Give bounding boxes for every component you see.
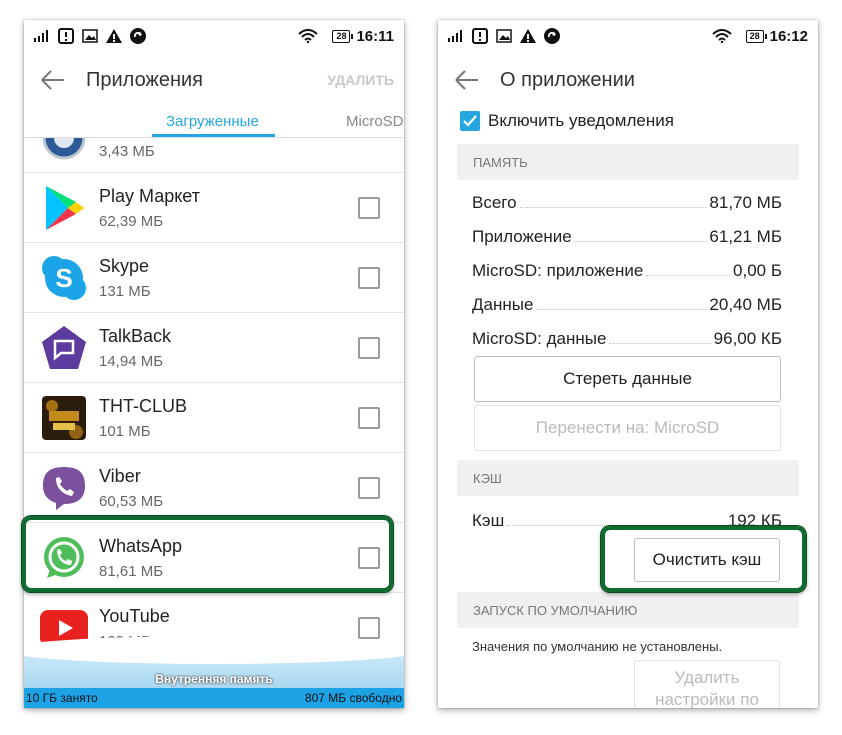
notification-alert-icon: [58, 28, 74, 44]
image-icon: [496, 29, 512, 43]
app-name: YouTube: [99, 606, 170, 626]
signal-icon: [34, 30, 50, 42]
memory-row-microsd-app: MicroSD: приложение 0,00 Б: [472, 259, 782, 281]
section-memory-header: ПАМЯТЬ: [457, 144, 799, 180]
app-bar: О приложении: [438, 52, 818, 108]
list-item[interactable]: 3,43 МБ: [24, 138, 404, 173]
app-size: 60,53 МБ: [99, 493, 164, 510]
storage-used: 10 ГБ занято: [26, 691, 98, 705]
memory-row-data: Данные 20,40 МБ: [472, 293, 782, 315]
app-checkbox[interactable]: [358, 407, 380, 429]
status-bar: 28 16:12: [438, 20, 818, 52]
delete-button[interactable]: УДАЛИТЬ: [327, 72, 394, 88]
app-name: TalkBack: [99, 326, 172, 346]
sync-icon: [544, 28, 560, 44]
back-arrow-icon[interactable]: [40, 69, 66, 91]
memory-row-app: Приложение 61,21 МБ: [472, 225, 782, 247]
wifi-icon: [298, 29, 319, 43]
app-checkbox[interactable]: [358, 477, 380, 499]
tnt-club-icon: [40, 394, 88, 442]
tab-bar: Загруженные MicroSD: [24, 108, 404, 138]
storage-label: Внутренняя память: [155, 672, 273, 686]
app-checkbox[interactable]: [358, 197, 380, 219]
memory-value: 96,00 КБ: [713, 329, 782, 348]
list-item[interactable]: TalkBack 14,94 МБ: [24, 313, 404, 383]
whatsapp-highlight-frame: [22, 516, 393, 592]
notification-alert-icon: [472, 28, 488, 44]
app-size: 131 МБ: [99, 283, 151, 300]
signal-icon: [448, 30, 464, 42]
notifications-label: Включить уведомления: [488, 111, 674, 130]
app-checkbox[interactable]: [358, 617, 380, 639]
app-name: Viber: [99, 466, 141, 486]
battery-indicator: 28: [745, 29, 767, 43]
app-checkbox[interactable]: [358, 337, 380, 359]
memory-value: 20,40 МБ: [709, 295, 782, 314]
notifications-toggle[interactable]: Включить уведомления: [460, 108, 818, 134]
status-time: 16:12: [769, 27, 808, 45]
memory-row-total: Всего 81,70 МБ: [472, 191, 782, 213]
viber-icon: [40, 464, 88, 512]
move-to-microsd-button[interactable]: Перенести на: MicroSD: [474, 405, 781, 451]
storage-bar: 10 ГБ занято 807 МБ свободно: [24, 688, 404, 708]
defaults-note: Значения по умолчанию не установлены.: [472, 639, 723, 654]
talkback-icon: [40, 324, 88, 372]
app-info-screen: 28 16:12 О приложении Включить уведомлен…: [438, 20, 818, 708]
list-item[interactable]: Play Маркет 62,39 МБ: [24, 173, 404, 243]
checkbox-checked-icon[interactable]: [460, 111, 480, 131]
battery-indicator: 28: [332, 29, 354, 43]
partial-app-icon: [40, 138, 88, 162]
app-size: 14,94 МБ: [99, 353, 164, 370]
app-size: 101 МБ: [99, 423, 151, 440]
wifi-icon: [711, 29, 732, 43]
tab-downloaded[interactable]: Загруженные: [152, 113, 275, 137]
memory-value: 0,00 Б: [733, 261, 782, 280]
app-bar: Приложения УДАЛИТЬ: [24, 52, 404, 108]
memory-label: MicroSD: приложение: [472, 261, 644, 280]
image-icon: [82, 29, 98, 43]
memory-label: Данные: [472, 295, 534, 314]
app-checkbox[interactable]: [358, 267, 380, 289]
storage-free: 807 МБ свободно: [304, 691, 402, 705]
status-bar: 28 16:11: [24, 20, 404, 52]
app-name: Play Маркет: [99, 186, 200, 206]
back-arrow-icon[interactable]: [454, 69, 480, 91]
section-defaults-header: ЗАПУСК ПО УМОЛЧАНИЮ: [457, 592, 799, 628]
list-item[interactable]: S Skype 131 МБ: [24, 243, 404, 313]
warning-icon: [520, 29, 536, 43]
memory-label: Приложение: [472, 227, 572, 246]
memory-row-microsd-data: MicroSD: данные 96,00 КБ: [472, 327, 782, 349]
memory-value: 81,70 МБ: [709, 193, 782, 212]
apps-list-screen: 28 16:11 Приложения УДАЛИТЬ Загруженные …: [24, 20, 404, 708]
page-title: Приложения: [86, 68, 204, 91]
clear-cache-highlight-frame: [601, 526, 806, 592]
memory-value: 61,21 МБ: [709, 227, 782, 246]
memory-label: Всего: [472, 193, 517, 212]
app-name: THT-CLUB: [99, 396, 188, 416]
warning-icon: [106, 29, 122, 43]
app-name: Skype: [99, 256, 150, 276]
skype-icon: S: [40, 254, 88, 302]
page-title: О приложении: [500, 68, 635, 91]
clear-data-button[interactable]: Стереть данные: [474, 356, 781, 402]
memory-label: MicroSD: данные: [472, 329, 607, 348]
sync-icon: [130, 28, 146, 44]
status-time: 16:11: [356, 27, 394, 45]
section-cache-header: КЭШ: [457, 460, 799, 496]
play-market-icon: [40, 184, 88, 232]
tab-microsd[interactable]: MicroSD: [346, 113, 404, 130]
cache-label: Кэш: [472, 511, 505, 530]
list-item[interactable]: THT-CLUB 101 МБ: [24, 383, 404, 453]
svg-text:S: S: [55, 263, 72, 293]
app-size: 3,43 МБ: [99, 143, 155, 160]
app-size: 62,39 МБ: [99, 213, 164, 230]
list-item[interactable]: Viber 60,53 МБ: [24, 453, 404, 523]
reset-defaults-button[interactable]: Удалить настройки по умолчанию: [634, 660, 780, 708]
